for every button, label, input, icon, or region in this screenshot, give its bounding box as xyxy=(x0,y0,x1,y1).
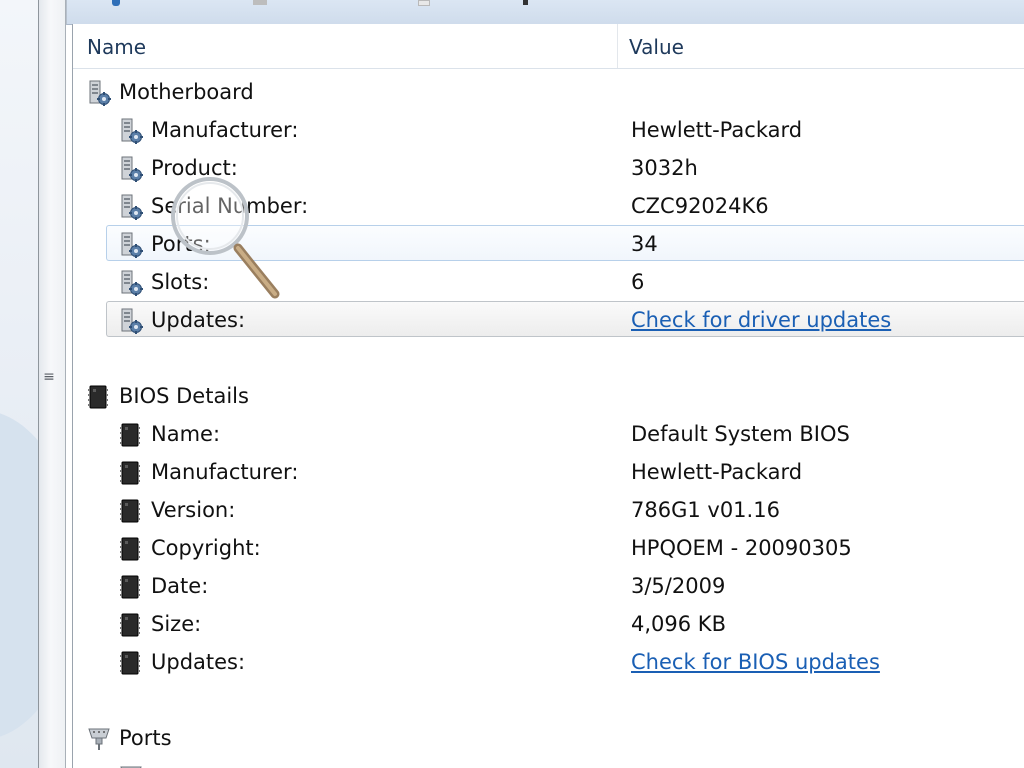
motherboard-icon xyxy=(121,156,143,182)
group-title: BIOS Details xyxy=(119,384,249,408)
driver-updates-link[interactable]: Check for driver updates xyxy=(631,300,891,338)
group-motherboard[interactable]: Motherboard xyxy=(73,72,1024,110)
group-ports[interactable]: Ports xyxy=(73,718,1024,756)
details-list-view: Name Value Motherboard Manufacturer: Hew… xyxy=(72,24,1024,768)
bios-chip-icon xyxy=(119,461,141,485)
splitter-grip-icon[interactable]: ≡ xyxy=(43,369,55,385)
table-row[interactable]: Date: 3/5/2009 xyxy=(73,566,1024,604)
property-value: Hewlett-Packard xyxy=(631,118,803,142)
property-name: Serial Number: xyxy=(151,194,309,218)
bios-chip-icon xyxy=(119,651,141,675)
property-name: Updates: xyxy=(151,308,246,332)
motherboard-icon xyxy=(121,270,143,296)
property-value: HPQOEM - 20090305 xyxy=(631,536,852,560)
column-header-name[interactable]: Name xyxy=(87,24,146,68)
pane-splitter[interactable]: ≡ xyxy=(38,0,66,768)
property-value: 6 xyxy=(631,270,645,294)
table-row[interactable]: Ports: 34 xyxy=(73,224,1024,262)
toolbar-button-icon[interactable] xyxy=(253,0,267,5)
table-row[interactable]: Copyright: HPQOEM - 20090305 xyxy=(73,528,1024,566)
bios-chip-icon xyxy=(119,499,141,523)
table-row[interactable]: Updates: Check for driver updates xyxy=(73,300,1024,338)
property-name: Manufacturer: xyxy=(151,460,299,484)
property-name: Date: xyxy=(151,574,209,598)
toolbar-button-icon[interactable] xyxy=(523,0,528,5)
property-name: Version: xyxy=(151,498,236,522)
backdrop-swirl xyxy=(0,410,38,740)
property-value: 4,096 KB xyxy=(631,612,726,636)
property-name: Name: xyxy=(151,422,221,446)
system-info-window: ≡ Name Value Motherboard Manufacturer: H… xyxy=(0,0,1024,768)
desktop-backdrop xyxy=(0,0,38,768)
table-row[interactable]: Version: 786G1 v01.16 xyxy=(73,490,1024,528)
property-name: Updates: xyxy=(151,650,246,674)
bios-chip-icon xyxy=(119,575,141,599)
column-header-value[interactable]: Value xyxy=(629,24,684,68)
table-row[interactable] xyxy=(73,756,1024,768)
toolbar-button-icon[interactable] xyxy=(112,0,120,6)
bios-chip-icon xyxy=(119,423,141,447)
property-name: Copyright: xyxy=(151,536,261,560)
motherboard-icon xyxy=(121,232,143,258)
table-row[interactable]: Slots: 6 xyxy=(73,262,1024,300)
table-row[interactable]: Name: Default System BIOS xyxy=(73,414,1024,452)
property-value: Hewlett-Packard xyxy=(631,460,803,484)
bios-chip-icon xyxy=(119,537,141,561)
table-row[interactable]: Updates: Check for BIOS updates xyxy=(73,642,1024,680)
property-value: CZC92024K6 xyxy=(631,194,769,218)
bios-updates-link[interactable]: Check for BIOS updates xyxy=(631,642,880,680)
column-divider[interactable] xyxy=(617,24,618,68)
property-value: 3/5/2009 xyxy=(631,574,726,598)
property-name: Manufacturer: xyxy=(151,118,299,142)
property-name: Product: xyxy=(151,156,238,180)
table-row[interactable]: Serial Number: CZC92024K6 xyxy=(73,186,1024,224)
property-name: Size: xyxy=(151,612,202,636)
property-name: Ports: xyxy=(151,232,211,256)
toolbar-button-icon[interactable] xyxy=(418,0,430,6)
property-value: Default System BIOS xyxy=(631,422,850,446)
port-connector-icon xyxy=(120,766,142,768)
table-row[interactable]: Size: 4,096 KB xyxy=(73,604,1024,642)
table-row[interactable]: Manufacturer: Hewlett-Packard xyxy=(73,452,1024,490)
table-row[interactable]: Manufacturer: Hewlett-Packard xyxy=(73,110,1024,148)
group-title: Ports xyxy=(119,726,172,750)
table-row[interactable]: Product: 3032h xyxy=(73,148,1024,186)
motherboard-icon xyxy=(121,194,143,220)
property-value: 3032h xyxy=(631,156,698,180)
property-value: 786G1 v01.16 xyxy=(631,498,780,522)
toolbar xyxy=(66,0,1024,25)
column-header: Name Value xyxy=(73,24,1024,69)
property-value: 34 xyxy=(631,232,658,256)
property-name: Slots: xyxy=(151,270,210,294)
motherboard-icon xyxy=(89,80,111,106)
motherboard-icon xyxy=(121,118,143,144)
port-connector-icon xyxy=(88,728,110,751)
motherboard-icon xyxy=(121,308,143,334)
bios-chip-icon xyxy=(87,385,109,409)
group-title: Motherboard xyxy=(119,80,254,104)
group-bios-details[interactable]: BIOS Details xyxy=(73,376,1024,414)
bios-chip-icon xyxy=(119,613,141,637)
